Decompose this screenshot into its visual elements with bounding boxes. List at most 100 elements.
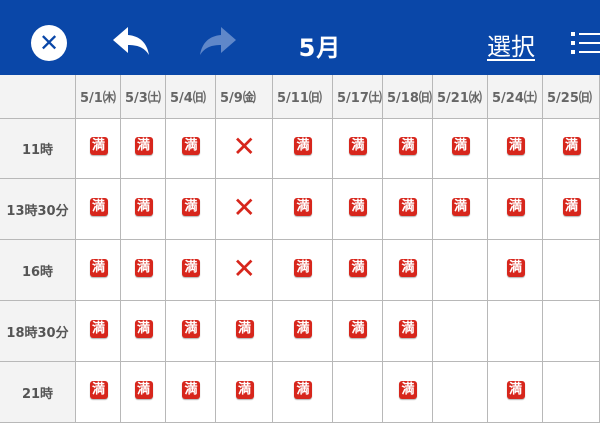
page-title: 5月 [298, 34, 342, 62]
slot-cell[interactable]: 満 [273, 301, 333, 362]
list-icon[interactable] [571, 31, 600, 55]
full-badge: 満 [451, 197, 470, 216]
full-badge: 満 [506, 258, 525, 277]
column-header: 5/4㈰ [166, 75, 216, 119]
slot-cell[interactable]: 満 [433, 179, 488, 240]
full-badge: 満 [134, 258, 153, 277]
full-badge: 満 [349, 197, 367, 216]
slot-cell[interactable]: 満 [488, 119, 543, 179]
slot-cell[interactable] [543, 362, 600, 423]
slot-cell[interactable]: ✕ [216, 179, 273, 240]
slot-cell[interactable]: 満 [121, 179, 166, 240]
full-badge: 満 [182, 319, 200, 338]
top-toolbar: ✕ 5月 選択 [0, 0, 600, 75]
slot-cell[interactable]: 満 [488, 240, 543, 301]
slot-cell[interactable] [543, 240, 600, 301]
slot-cell[interactable] [433, 362, 488, 423]
slot-cell[interactable]: 満 [333, 301, 383, 362]
slot-cell[interactable]: 満 [166, 179, 216, 240]
slot-cell[interactable]: 満 [76, 179, 121, 240]
full-badge: 満 [235, 319, 254, 338]
full-badge: 満 [294, 137, 312, 155]
slot-cell[interactable] [333, 362, 383, 423]
slot-cell[interactable]: 満 [383, 362, 433, 423]
slot-cell[interactable]: 満 [488, 179, 543, 240]
slot-cell[interactable] [488, 301, 543, 362]
slot-cell[interactable]: 満 [273, 240, 333, 301]
undo-icon[interactable] [113, 27, 151, 57]
full-badge: 満 [451, 137, 470, 155]
unavailable-icon: ✕ [232, 130, 256, 163]
slot-cell[interactable]: 満 [121, 119, 166, 179]
full-badge: 満 [294, 258, 312, 277]
column-header: 5/21㈬ [433, 75, 488, 119]
close-button[interactable]: ✕ [31, 25, 67, 61]
full-badge: 満 [182, 258, 200, 277]
slot-cell[interactable]: 満 [488, 362, 543, 423]
slot-cell[interactable]: 満 [333, 119, 383, 179]
slot-cell[interactable]: 満 [216, 362, 273, 423]
slot-cell[interactable]: 満 [166, 119, 216, 179]
slot-cell[interactable]: 満 [166, 301, 216, 362]
full-badge: 満 [134, 137, 153, 155]
slot-cell[interactable]: ✕ [216, 240, 273, 301]
slot-cell[interactable]: 満 [76, 119, 121, 179]
unavailable-icon: ✕ [232, 190, 256, 224]
full-badge: 満 [182, 380, 200, 399]
full-badge: 満 [134, 380, 153, 399]
full-badge: 満 [294, 197, 312, 216]
column-header: 5/25㈰ [543, 75, 600, 119]
full-badge: 満 [349, 258, 367, 277]
full-badge: 満 [506, 380, 525, 399]
slot-cell[interactable]: 満 [273, 119, 333, 179]
slot-cell[interactable] [433, 240, 488, 301]
slot-cell[interactable]: 満 [216, 301, 273, 362]
select-button[interactable]: 選択 [487, 27, 535, 62]
time-label: 21時 [0, 362, 76, 423]
full-badge: 満 [89, 258, 108, 277]
full-badge: 満 [399, 137, 417, 155]
slot-cell[interactable] [543, 301, 600, 362]
full-badge: 満 [182, 137, 200, 155]
slot-cell[interactable]: 満 [273, 362, 333, 423]
slot-cell[interactable]: 満 [273, 179, 333, 240]
full-badge: 満 [134, 197, 153, 216]
column-header: 5/11㈰ [273, 75, 333, 119]
slot-cell[interactable]: 満 [543, 119, 600, 179]
full-badge: 満 [89, 197, 108, 216]
slot-cell[interactable]: 満 [333, 179, 383, 240]
slot-cell[interactable]: 満 [121, 362, 166, 423]
slot-cell[interactable] [433, 301, 488, 362]
slot-cell[interactable]: ✕ [216, 119, 273, 179]
reservation-grid: 5/1㈭ 5/3㈯ 5/4㈰ 5/9㈮ 5/11㈰ 5/17㈯ 5/18㈰ 5/21㈬ 5/24… [0, 75, 600, 429]
redo-icon[interactable] [198, 27, 236, 57]
full-badge: 満 [562, 137, 581, 155]
full-badge: 満 [89, 380, 108, 399]
time-label: 18時30分 [0, 301, 76, 362]
slot-cell[interactable]: 満 [383, 301, 433, 362]
slot-cell[interactable]: 満 [433, 119, 488, 179]
slot-cell[interactable]: 満 [76, 240, 121, 301]
close-icon: ✕ [38, 29, 60, 57]
time-label: 13時30分 [0, 179, 76, 240]
full-badge: 満 [89, 137, 108, 155]
full-badge: 満 [182, 197, 200, 216]
slot-cell[interactable]: 満 [543, 179, 600, 240]
slot-cell[interactable]: 満 [383, 179, 433, 240]
slot-cell[interactable]: 満 [383, 119, 433, 179]
slot-cell[interactable]: 満 [76, 301, 121, 362]
full-badge: 満 [506, 137, 525, 155]
slot-cell[interactable]: 満 [121, 240, 166, 301]
column-header: 5/17㈯ [333, 75, 383, 119]
slot-cell[interactable]: 満 [166, 240, 216, 301]
slot-cell[interactable]: 満 [121, 301, 166, 362]
column-header: 5/24㈯ [488, 75, 543, 119]
slot-cell[interactable]: 満 [76, 362, 121, 423]
slot-cell[interactable]: 満 [166, 362, 216, 423]
column-header: 5/3㈯ [121, 75, 166, 119]
full-badge: 満 [294, 380, 312, 399]
time-label: 16時 [0, 240, 76, 301]
full-badge: 満 [349, 319, 367, 338]
slot-cell[interactable]: 満 [383, 240, 433, 301]
slot-cell[interactable]: 満 [333, 240, 383, 301]
